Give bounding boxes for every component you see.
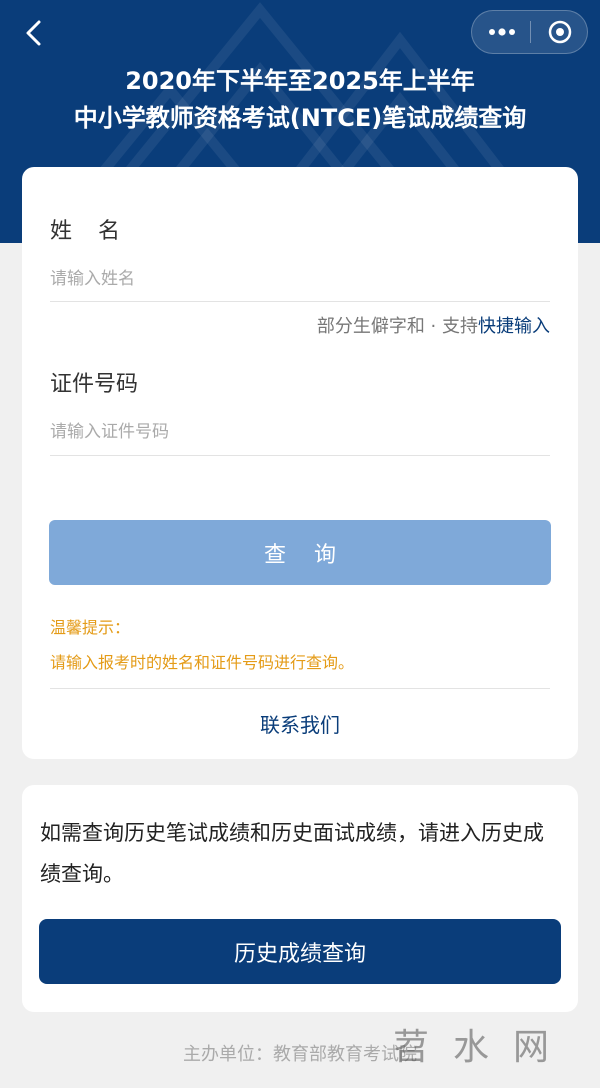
tip-text: 请输入报考时的姓名和证件号码进行查询。 [50,653,355,672]
tip-divider [50,688,550,689]
quick-hint-text: 部分生僻字和 · 支持 [316,316,478,337]
target-circle-icon[interactable] [540,11,580,53]
page-title: 2020年下半年至2025年上半年 中小学教师资格考试(NTCE)笔试成绩查询 [0,64,600,138]
id-number-input[interactable] [50,412,550,452]
history-card: 如需查询历史笔试成绩和历史面试成绩，请进入历史成绩查询。 历史成绩查询 [22,785,578,1012]
quick-input-hint: 部分生僻字和 · 支持快捷输入 [317,312,550,338]
id-number-label: 证件号码 [50,372,139,397]
watermark-logo: 苕水网 [393,1027,574,1068]
name-underline [50,301,550,302]
quick-input-link[interactable]: 快捷输入 [478,316,550,337]
query-form-card: 姓名 部分生僻字和 · 支持快捷输入 证件号码 查询 温馨提示： 请输入报考时的… [22,167,578,759]
history-scores-button[interactable]: 历史成绩查询 [39,919,561,984]
mini-program-capsule [471,10,588,54]
tip-title: 温馨提示： [50,618,131,637]
history-description: 如需查询历史笔试成绩和历史面试成绩，请进入历史成绩查询。 [40,821,544,886]
id-underline [50,455,550,456]
capsule-divider [530,21,531,43]
back-chevron-icon[interactable] [18,18,48,48]
name-label: 姓名 [50,219,147,244]
name-input[interactable] [50,259,550,299]
title-line-1: 2020年下半年至2025年上半年 [125,67,475,95]
contact-us-link[interactable]: 联系我们 [22,709,578,738]
more-dots-icon[interactable] [482,11,522,53]
title-line-2: 中小学教师资格考试(NTCE)笔试成绩查询 [73,104,527,132]
query-button[interactable]: 查询 [49,520,551,585]
